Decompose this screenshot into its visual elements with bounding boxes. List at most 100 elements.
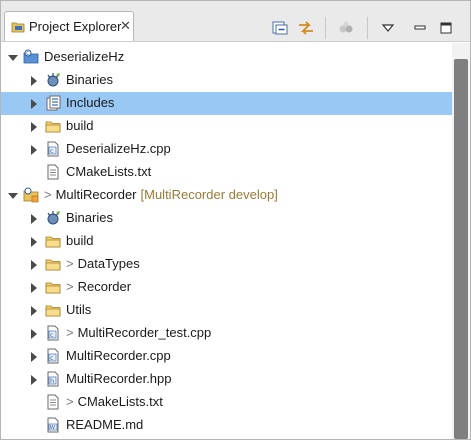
tree-item-label: Utils [66, 302, 91, 317]
expand-closed-icon[interactable] [31, 352, 37, 362]
item-name: build [66, 118, 94, 133]
tree-item[interactable]: C DeserializeHz [1, 46, 452, 69]
tree-item[interactable]: CMakeLists.txt [1, 161, 452, 184]
svg-text:c: c [50, 331, 54, 339]
tree-item-label: > MultiRecorder_test.cpp [66, 325, 211, 340]
text-file-icon [45, 394, 61, 410]
focus-on-active-task-icon[interactable] [337, 19, 355, 37]
toolbar-separator [325, 17, 326, 39]
svg-text:C: C [26, 51, 30, 57]
tree-item[interactable]: c DeserializeHz.cpp [1, 138, 452, 161]
tree-item[interactable]: Binaries [1, 207, 452, 230]
dirty-marker: > [44, 187, 52, 202]
tree-item-label: > MultiRecorder [MultiRecorder develop] [44, 187, 278, 202]
tree-item-label: build [66, 118, 93, 133]
tree-item-label: DeserializeHz [44, 49, 124, 64]
cpp-file-icon: c [45, 325, 61, 341]
view-tab-bar: Project Explorer ✕ [1, 1, 470, 42]
tree-item[interactable]: > MultiRecorder [MultiRecorder develop] [1, 184, 452, 207]
close-icon[interactable]: ✕ [120, 18, 131, 34]
tree-item[interactable]: > CMakeLists.txt [1, 391, 452, 414]
tree-item-label: MultiRecorder.hpp [66, 371, 172, 386]
tree-item-label: > Recorder [66, 279, 131, 294]
tree-item-label: MultiRecorder.cpp [66, 348, 171, 363]
tree-item[interactable]: Binaries [1, 69, 452, 92]
tree-item-label: Binaries [66, 72, 113, 87]
tree-item-label: > DataTypes [66, 256, 140, 271]
view-menu-icon[interactable] [379, 19, 397, 37]
maximize-icon[interactable] [437, 19, 455, 37]
item-name: DeserializeHz [44, 49, 125, 64]
tree-item[interactable]: build [1, 230, 452, 253]
item-name: Binaries [66, 72, 113, 87]
tree-item[interactable]: c MultiRecorder.cpp [1, 345, 452, 368]
expand-closed-icon[interactable] [31, 237, 37, 247]
item-name: CMakeLists.txt [77, 394, 163, 409]
folder-icon [45, 302, 61, 318]
minimize-icon[interactable] [411, 19, 429, 37]
svg-text:h: h [50, 377, 54, 385]
item-name: CMakeLists.txt [66, 164, 152, 179]
collapse-all-icon[interactable] [271, 19, 289, 37]
item-name: DataTypes [77, 256, 140, 271]
tree-item[interactable]: > Recorder [1, 276, 452, 299]
dirty-marker: > [66, 279, 74, 294]
dirty-marker: > [66, 256, 74, 271]
tree-item[interactable]: Includes [1, 92, 452, 115]
folder-icon [45, 256, 61, 272]
item-name: Recorder [77, 279, 132, 294]
item-name: Includes [66, 95, 115, 110]
project-explorer-icon [11, 20, 25, 34]
cpp-file-icon: c [45, 348, 61, 364]
git-cproject-icon [23, 187, 39, 203]
tree-item[interactable]: W README.md [1, 414, 452, 437]
git-branch-decoration: [MultiRecorder develop] [140, 187, 278, 202]
markdown-file-icon: W [45, 417, 61, 433]
cpp-file-icon: c [45, 141, 61, 157]
expand-open-icon[interactable] [8, 55, 18, 61]
item-name: MultiRecorder_test.cpp [77, 325, 212, 340]
item-name: MultiRecorder.hpp [66, 371, 172, 386]
svg-text:c: c [50, 147, 54, 155]
expand-closed-icon[interactable] [31, 76, 37, 86]
tree-item[interactable]: build [1, 115, 452, 138]
item-name: MultiRecorder [55, 187, 137, 202]
expand-closed-icon[interactable] [31, 375, 37, 385]
includes-icon [45, 95, 61, 111]
expand-closed-icon[interactable] [31, 99, 37, 109]
item-name: build [66, 233, 94, 248]
expand-closed-icon[interactable] [31, 306, 37, 316]
expand-closed-icon[interactable] [31, 145, 37, 155]
dirty-marker: > [66, 325, 74, 340]
expand-closed-icon[interactable] [31, 329, 37, 339]
project-tree: C DeserializeHz Binaries Includes build c Dese… [1, 43, 470, 439]
item-name: MultiRecorder.cpp [66, 348, 171, 363]
scrollbar-thumb[interactable] [454, 59, 468, 439]
folder-icon [45, 118, 61, 134]
expand-open-icon[interactable] [8, 193, 18, 199]
tree-item-label: README.md [66, 417, 143, 432]
expand-closed-icon[interactable] [31, 283, 37, 293]
cproject-icon: C [23, 49, 39, 65]
tree-item[interactable]: h MultiRecorder.hpp [1, 368, 452, 391]
binaries-icon [45, 210, 61, 226]
tab-project-explorer[interactable]: Project Explorer ✕ [4, 11, 134, 41]
tree-item-label: Binaries [66, 210, 113, 225]
binaries-icon [45, 72, 61, 88]
expand-closed-icon[interactable] [31, 214, 37, 224]
dirty-marker: > [66, 394, 74, 409]
svg-text:c: c [50, 354, 54, 362]
folder-icon [45, 279, 61, 295]
tree-item[interactable]: > DataTypes [1, 253, 452, 276]
tree-item[interactable]: c > MultiRecorder_test.cpp [1, 322, 452, 345]
toolbar-separator [367, 17, 368, 39]
folder-icon [45, 233, 61, 249]
expand-closed-icon[interactable] [31, 122, 37, 132]
text-file-icon [45, 164, 61, 180]
link-with-editor-icon[interactable] [297, 19, 315, 37]
item-name: README.md [66, 417, 144, 432]
expand-closed-icon[interactable] [31, 260, 37, 270]
tree-item[interactable]: Utils [1, 299, 452, 322]
project-explorer-view: Project Explorer ✕ C DeserializeHz Binar… [0, 0, 471, 440]
item-name: Binaries [66, 210, 113, 225]
